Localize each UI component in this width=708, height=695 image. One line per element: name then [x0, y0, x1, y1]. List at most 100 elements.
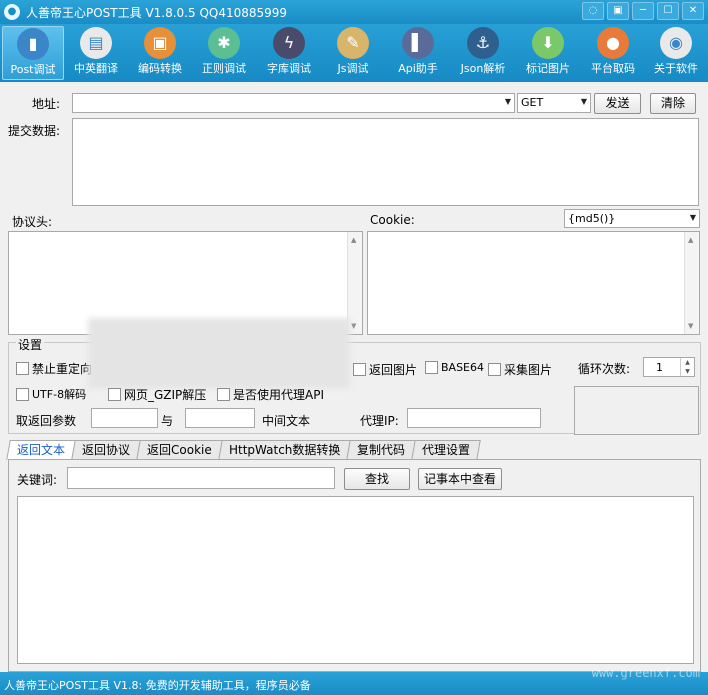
window-title: 人善帝王心POST工具 V1.8.0.5 QQ410885999 — [26, 6, 288, 20]
checkbox-box[interactable] — [353, 363, 366, 376]
tool-platform-code[interactable]: ● 平台取码 — [582, 26, 644, 80]
tool-label: 关于软件 — [654, 62, 698, 75]
tool-label: 字库调试 — [267, 62, 311, 75]
headers-label: 协议头: — [12, 215, 53, 229]
tool-label: 编码转换 — [138, 62, 182, 75]
tool-label: Api助手 — [398, 62, 438, 75]
hash-select[interactable]: {md5()} ▼ — [564, 209, 700, 228]
tab-copy-code[interactable]: 复制代码 — [346, 440, 416, 460]
download-arrow-icon: ⬇ — [532, 27, 564, 59]
no-redirect-checkbox[interactable]: 禁止重定向 — [16, 360, 92, 377]
tab-httpwatch[interactable]: HttpWatch数据转换 — [218, 440, 351, 460]
method-select[interactable]: GET ▼ — [517, 93, 591, 113]
checkbox-box[interactable] — [16, 362, 29, 375]
loop-count-stepper[interactable]: 1 ▲ ▼ — [643, 357, 695, 377]
proxy-api-checkbox[interactable]: 是否使用代理API — [217, 386, 324, 403]
main-toolbar: ▮ Post调试 ▤ 中英翻译 ▣ 编码转换 ✱ 正则调试 ϟ 字库调试 ✎ J… — [0, 24, 708, 82]
tool-label: 正则调试 — [202, 62, 246, 75]
app-icon: ● — [4, 4, 20, 20]
tab-return-cookie[interactable]: 返回Cookie — [136, 440, 223, 460]
proxy-api-label: 是否使用代理API — [233, 388, 324, 402]
post-data-textarea[interactable] — [72, 118, 699, 206]
chevron-down-icon[interactable]: ▼ — [581, 97, 587, 106]
tool-post-debug[interactable]: ▮ Post调试 — [2, 26, 64, 80]
stepper-arrows-icon[interactable]: ▲ ▼ — [680, 358, 694, 376]
return-image-checkbox[interactable]: 返回图片 — [353, 361, 417, 378]
find-button[interactable]: 查找 — [344, 468, 410, 490]
scroll-down-icon[interactable]: ▼ — [351, 322, 356, 330]
utf8-label: UTF-8解码 — [32, 388, 87, 401]
scroll-down-icon[interactable]: ▼ — [688, 322, 693, 330]
tab-return-protocol[interactable]: 返回协议 — [71, 440, 141, 460]
clear-button[interactable]: 清除 — [650, 93, 696, 114]
gzip-checkbox[interactable]: 网页_GZIP解压 — [108, 386, 206, 403]
checkbox-box[interactable] — [425, 361, 438, 374]
tool-label: Js调试 — [337, 62, 369, 75]
camera-aperture-icon: ◉ — [660, 27, 692, 59]
cookie-scrollbar[interactable]: ▲ ▼ — [684, 232, 699, 334]
utf8-checkbox[interactable]: UTF-8解码 — [16, 386, 86, 402]
tool-json[interactable]: ⚓ Json解析 — [452, 26, 514, 80]
book-icon: ▌ — [402, 27, 434, 59]
return-image-label: 返回图片 — [369, 363, 418, 377]
collect-image-checkbox[interactable]: 采集图片 — [488, 361, 552, 378]
keyword-label: 关键词: — [17, 473, 58, 487]
checkbox-box[interactable] — [217, 388, 230, 401]
tool-js[interactable]: ✎ Js调试 — [322, 26, 384, 80]
send-button[interactable]: 发送 — [594, 93, 641, 114]
watermark: www.greenxf.com — [591, 666, 700, 680]
lightning-icon: ϟ — [273, 27, 305, 59]
extract-end-input[interactable] — [185, 408, 255, 428]
image-preview-box — [574, 386, 699, 435]
chart-bars-icon: ▮ — [17, 28, 49, 60]
chevron-down-icon[interactable]: ▼ — [505, 97, 511, 106]
collect-image-label: 采集图片 — [504, 363, 553, 377]
title-bar: ● 人善帝王心POST工具 V1.8.0.5 QQ410885999 ◌ ▣ ─… — [0, 0, 708, 24]
bomb-icon: ● — [597, 27, 629, 59]
maximize-icon[interactable]: ☐ — [657, 2, 679, 20]
result-tabs: 返回文本 返回协议 返回Cookie HttpWatch数据转换 复制代码 代理… — [6, 440, 481, 460]
loop-count-label: 循环次数: — [578, 362, 631, 376]
base64-checkbox[interactable]: BASE64 — [425, 361, 484, 374]
tool-about[interactable]: ◉ 关于软件 — [645, 26, 707, 80]
pencil-ruler-icon: ✎ — [337, 27, 369, 59]
blurred-region — [88, 318, 350, 388]
base64-label: BASE64 — [441, 361, 485, 374]
extract-start-input[interactable] — [91, 408, 158, 428]
window-icon: ▤ — [80, 27, 112, 59]
menu-icon[interactable]: ▣ — [607, 2, 629, 20]
briefcase-icon: ▣ — [144, 27, 176, 59]
checkbox-box[interactable] — [108, 388, 121, 401]
checkbox-box[interactable] — [488, 363, 501, 376]
tool-regex[interactable]: ✱ 正则调试 — [193, 26, 255, 80]
extract-param-label: 取返回参数 — [16, 414, 77, 428]
address-combobox[interactable]: ▼ — [72, 93, 515, 113]
proxy-ip-input[interactable] — [407, 408, 541, 428]
checkbox-box[interactable] — [16, 387, 29, 401]
cookie-textarea[interactable]: ▲ ▼ — [367, 231, 700, 335]
tool-translate[interactable]: ▤ 中英翻译 — [65, 26, 127, 80]
tool-api[interactable]: ▌ Api助手 — [387, 26, 449, 80]
hash-value: {md5()} — [568, 212, 616, 225]
tool-mark-image[interactable]: ⬇ 标记图片 — [517, 26, 579, 80]
keyword-input[interactable] — [67, 467, 335, 489]
notepad-view-button[interactable]: 记事本中查看 — [418, 468, 502, 490]
scroll-up-icon[interactable]: ▲ — [351, 236, 356, 244]
result-textarea[interactable] — [17, 496, 694, 664]
tool-font[interactable]: ϟ 字库调试 — [258, 26, 320, 80]
tool-label: 标记图片 — [526, 62, 570, 75]
chevron-down-icon[interactable]: ▼ — [690, 213, 696, 222]
loop-count-value: 1 — [656, 361, 663, 374]
middle-text-label: 中间文本 — [262, 414, 311, 428]
skin-icon[interactable]: ◌ — [582, 2, 604, 20]
tab-panel: 关键词: 查找 记事本中查看 — [8, 459, 701, 672]
proxy-ip-label: 代理IP: — [360, 414, 399, 428]
tool-encoding[interactable]: ▣ 编码转换 — [129, 26, 191, 80]
gear-wheel-icon: ✱ — [208, 27, 240, 59]
close-icon[interactable]: ✕ — [682, 2, 704, 20]
anchor-icon: ⚓ — [467, 27, 499, 59]
minimize-icon[interactable]: ─ — [632, 2, 654, 20]
scroll-up-icon[interactable]: ▲ — [688, 236, 693, 244]
tab-return-text[interactable]: 返回文本 — [6, 440, 76, 460]
tab-proxy-settings[interactable]: 代理设置 — [411, 440, 481, 460]
